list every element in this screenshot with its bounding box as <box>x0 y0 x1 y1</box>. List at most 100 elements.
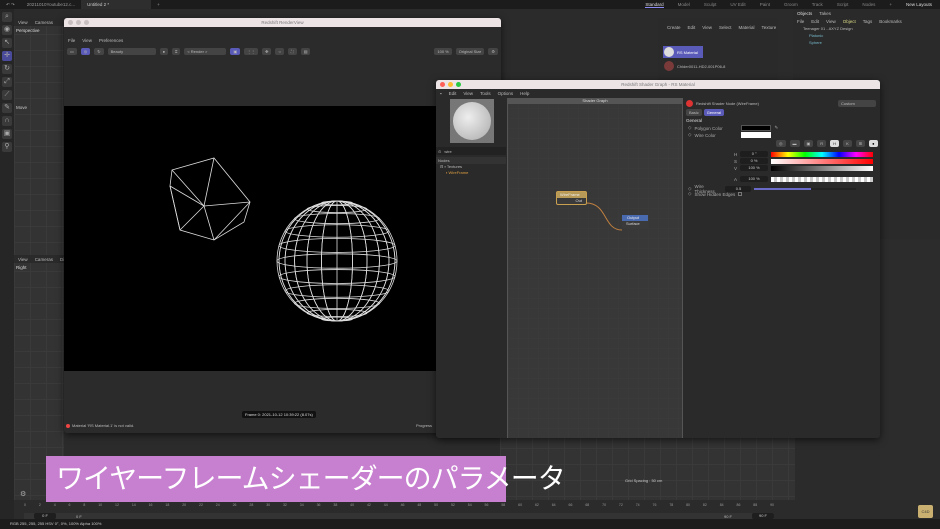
layout-nodes[interactable]: Nodes <box>862 2 875 7</box>
add-layout-button[interactable]: + <box>889 2 892 7</box>
options-menu[interactable]: Options <box>498 91 514 96</box>
grid-icon[interactable]: ⋮⋮ <box>244 47 259 55</box>
brush-icon[interactable]: ✎ <box>2 103 12 113</box>
alpha-field[interactable]: 100 % <box>740 176 769 182</box>
cameras-menu[interactable]: Cameras <box>35 20 53 25</box>
menu-icon[interactable]: ▪ <box>440 91 442 96</box>
hue-slider[interactable] <box>771 151 874 157</box>
pan-icon[interactable]: ✥ <box>262 47 272 55</box>
select-icon[interactable]: ↖ <box>2 38 12 48</box>
cameras-menu[interactable]: Cameras <box>35 257 53 262</box>
size-select[interactable]: Original Size <box>455 47 485 55</box>
layout-uv-edit[interactable]: UV Edit <box>730 2 745 7</box>
node-wireframe[interactable]: WireFrame Out <box>556 191 587 205</box>
material-menu[interactable]: Material <box>738 25 754 30</box>
alpha-slider[interactable] <box>771 176 874 182</box>
tools-menu[interactable]: Tools <box>480 91 491 96</box>
preferences-menu[interactable]: Preferences <box>99 38 123 43</box>
object-item[interactable]: Platonic <box>803 32 940 39</box>
image-icon[interactable]: ▣ <box>803 140 814 147</box>
layout-sculpt[interactable]: Sculpt <box>704 2 717 7</box>
crop-icon[interactable]: ⌗ <box>172 47 181 55</box>
value-slider[interactable] <box>771 165 874 171</box>
view-menu[interactable]: View <box>826 19 836 24</box>
texture-menu[interactable]: Texture <box>762 25 777 30</box>
layout-paint[interactable]: Paint <box>760 2 770 7</box>
circle-icon[interactable]: ○ <box>275 47 284 55</box>
object-item[interactable]: Teenager 01 - AXYZ Design <box>803 25 940 32</box>
layout-script[interactable]: Script <box>837 2 849 7</box>
snap-icon[interactable]: ⚲ <box>2 142 12 152</box>
hidden-edges-checkbox[interactable] <box>738 192 743 196</box>
live-select-icon[interactable]: ◉ <box>2 25 12 35</box>
view-menu[interactable]: View <box>18 20 28 25</box>
spectrum-icon[interactable]: ▬ <box>789 140 800 147</box>
k-icon[interactable]: K <box>843 140 852 147</box>
edit-menu[interactable]: Edit <box>811 19 819 24</box>
layers-icon[interactable]: ▤ <box>300 47 311 55</box>
new-layouts-button[interactable]: New Layouts <box>906 2 932 7</box>
add-tab-button[interactable]: + <box>151 0 166 9</box>
sphere-icon[interactable]: ● <box>159 47 169 55</box>
aov-select[interactable]: Beauty <box>107 47 156 55</box>
tab-objects[interactable]: Objects <box>797 11 812 16</box>
dot-icon[interactable]: ● <box>869 140 878 147</box>
close-button[interactable] <box>440 82 445 87</box>
maximize-button[interactable] <box>456 82 461 87</box>
hue-field[interactable]: 0 ° <box>740 151 769 157</box>
eyedropper-icon[interactable]: ✎ <box>774 125 778 131</box>
help-menu[interactable]: Help <box>520 91 529 96</box>
thickness-slider[interactable] <box>754 188 857 190</box>
wire-color-swatch[interactable] <box>741 132 772 138</box>
swatch-icon[interactable]: ⊞ <box>855 140 866 147</box>
edit-menu[interactable]: Edit <box>449 91 457 96</box>
settings-icon[interactable]: ⚙ <box>20 490 26 498</box>
shader-graph-canvas[interactable]: Shader Graph WireFrame Out Output Surface <box>507 98 683 438</box>
settings-icon[interactable]: ⚙ <box>488 47 498 55</box>
shader-titlebar[interactable]: Redshift Shader Graph - RS Material <box>436 80 880 89</box>
port-out[interactable]: Out <box>557 198 586 203</box>
render-select[interactable]: < Render > <box>184 47 227 55</box>
file-menu[interactable]: File <box>68 38 75 43</box>
search-icon[interactable]: ⌕ <box>2 12 12 22</box>
rotate-icon[interactable]: ↻ <box>2 64 12 74</box>
rgb-icon[interactable]: R <box>817 140 827 147</box>
node-output[interactable]: Output Surface <box>622 215 648 229</box>
polygon-color-swatch[interactable] <box>741 125 772 131</box>
port-surface[interactable]: Surface <box>622 221 648 226</box>
view-menu[interactable]: View <box>82 38 92 43</box>
material-item[interactable]: RS Material <box>663 46 703 58</box>
wheel-icon[interactable]: ◎ <box>776 140 786 147</box>
document-tab[interactable]: 20211010Youtube12.c... <box>21 0 81 9</box>
mode-select[interactable]: Custom <box>838 100 876 107</box>
node-search-input[interactable]: ⊙ wire <box>436 147 506 155</box>
paint-icon[interactable]: ▣ <box>2 129 12 139</box>
layout-model[interactable]: Model <box>678 2 690 7</box>
tree-item-wireframe[interactable]: ▪ WireFrame <box>440 170 468 176</box>
value-field[interactable]: 100 % <box>740 165 769 171</box>
minimize-button[interactable] <box>448 82 453 87</box>
file-menu[interactable]: File <box>797 19 804 24</box>
view-menu[interactable]: View <box>702 25 712 30</box>
create-menu[interactable]: Create <box>667 25 681 30</box>
object-menu[interactable]: Object <box>843 19 856 24</box>
saturation-slider[interactable] <box>771 158 874 164</box>
view-menu[interactable]: View <box>463 91 473 96</box>
object-item[interactable]: Sphere <box>803 39 940 46</box>
edit-menu[interactable]: Edit <box>688 25 696 30</box>
fit-icon[interactable]: ⛶ <box>287 47 297 55</box>
view-menu[interactable]: View <box>18 257 28 262</box>
layout-standard[interactable]: Standard <box>645 2 664 8</box>
tab-basic[interactable]: Basic <box>686 109 702 116</box>
knife-icon[interactable]: ⟋ <box>2 90 12 100</box>
timeline-ruler[interactable]: 0 2 4 6 8 10 12 14 16 18 20 22 24 26 28 30 32 34 36 38 40 42 4… <box>24 503 774 513</box>
hsv-icon[interactable]: H <box>830 140 840 147</box>
select-menu[interactable]: Select <box>719 25 732 30</box>
layout-track[interactable]: Track <box>812 2 823 7</box>
move-icon[interactable]: ✛ <box>2 51 12 61</box>
bookmarks-menu[interactable]: Bookmarks <box>879 19 902 24</box>
snapshot-icon[interactable]: ▭ <box>67 47 77 55</box>
scale-icon[interactable]: ⤢ <box>2 77 12 87</box>
lock-icon[interactable]: ▣ <box>230 47 241 55</box>
render-icon[interactable]: ◎ <box>80 47 91 55</box>
